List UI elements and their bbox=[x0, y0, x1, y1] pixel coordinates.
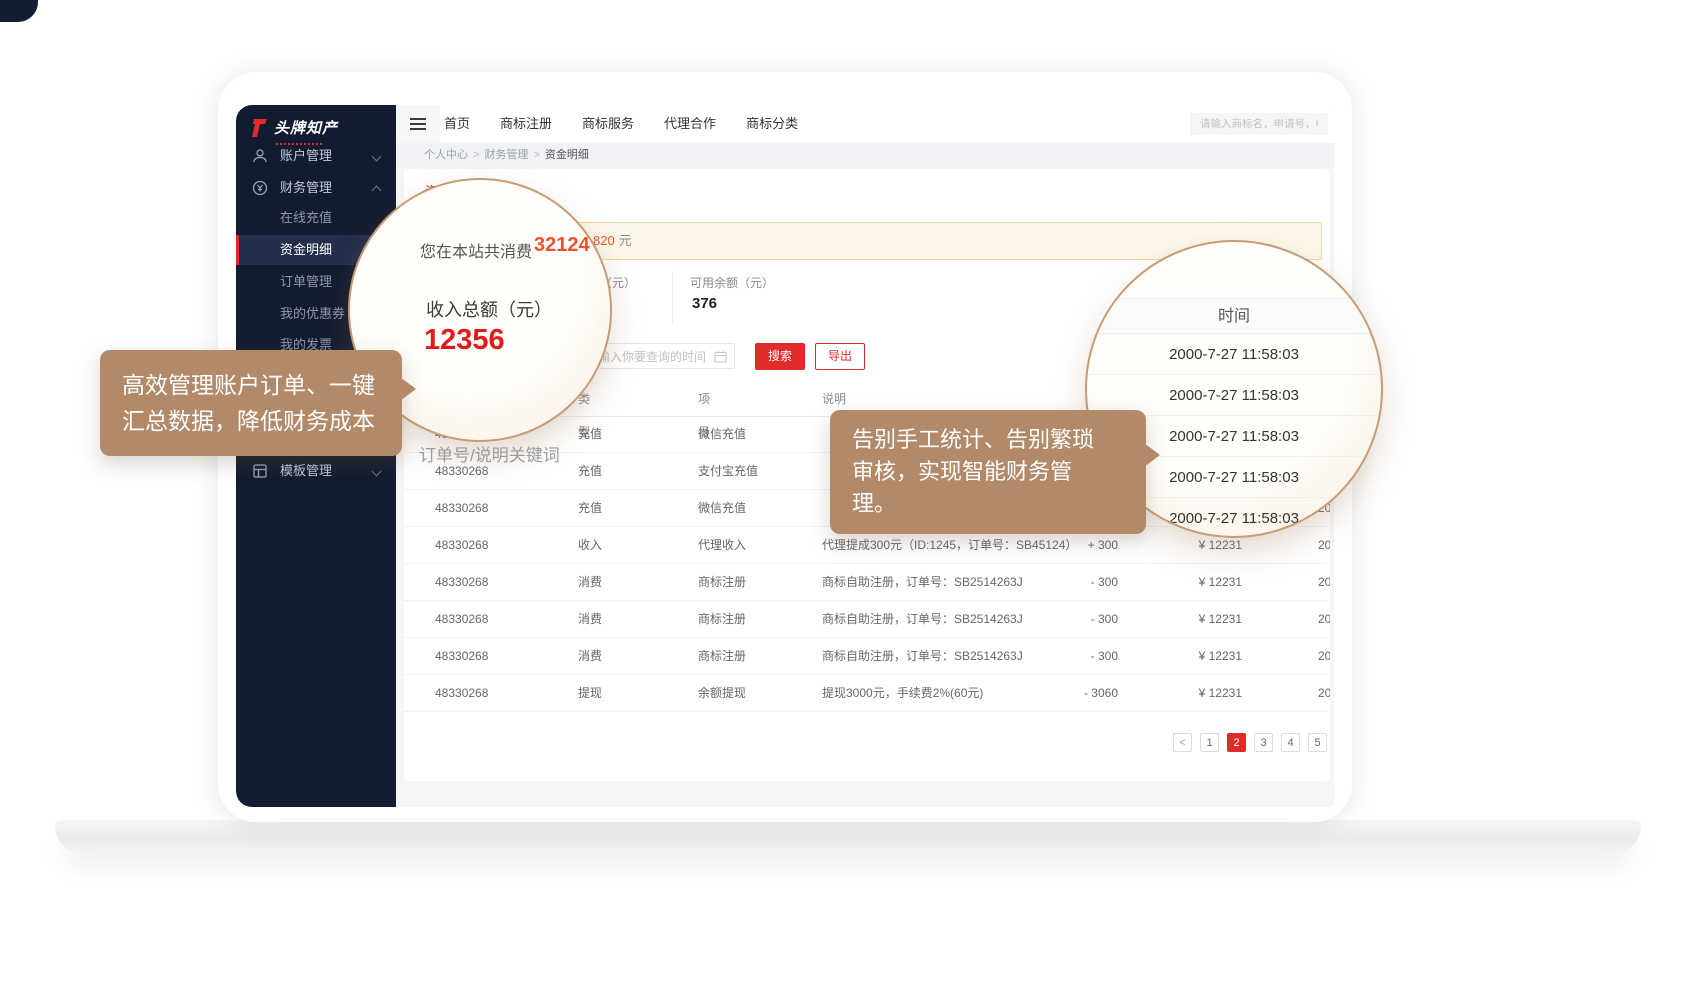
template-icon bbox=[252, 463, 268, 479]
laptop-base bbox=[55, 820, 1641, 854]
pagination-page-4[interactable]: 4 bbox=[1281, 733, 1300, 752]
magnified-order-column-header: 订单号/说明关键词 bbox=[419, 441, 560, 466]
breadcrumb-section[interactable]: 财务管理 bbox=[484, 149, 528, 161]
sidebar: 头牌知产 账户管理 财务管理 在线充值 资金明细 bbox=[236, 105, 396, 807]
available-balance-label: 可用余额（元） bbox=[690, 274, 774, 291]
pagination-page-2-active[interactable]: 2 bbox=[1227, 733, 1246, 752]
top-nav-links: 首页 商标注册 商标服务 代理合作 商标分类 bbox=[444, 105, 798, 143]
magnified-time-cell: 2000-7-27 11:58:03 bbox=[1087, 334, 1381, 375]
sidebar-item-template[interactable]: 模板管理 bbox=[236, 458, 396, 484]
sidebar-item-account[interactable]: 账户管理 bbox=[236, 143, 396, 169]
magnified-income-value: 12356 bbox=[424, 324, 505, 357]
pagination-page-3[interactable]: 3 bbox=[1254, 733, 1273, 752]
hamburger-menu-icon[interactable] bbox=[396, 105, 440, 143]
trademark-search-input[interactable] bbox=[1190, 113, 1328, 135]
top-navbar: 首页 商标注册 商标服务 代理合作 商标分类 bbox=[396, 105, 1334, 144]
magnified-notice-amount: 32124 bbox=[534, 234, 590, 257]
table-row: 48330268 消费 商标注册 商标自助注册，订单号：SB2514263J -… bbox=[404, 638, 1330, 675]
search-button[interactable]: 搜索 bbox=[755, 343, 805, 370]
chevron-down-icon bbox=[372, 467, 382, 477]
nav-trademark-class[interactable]: 商标分类 bbox=[746, 105, 798, 143]
chevron-up-icon bbox=[372, 186, 382, 196]
brand-logo-icon bbox=[250, 118, 268, 138]
logo[interactable]: 头牌知产 bbox=[250, 117, 338, 138]
breadcrumb-current: 资金明细 bbox=[545, 149, 589, 161]
nav-agent-coop[interactable]: 代理合作 bbox=[664, 105, 716, 143]
pagination: < 1 2 3 4 5 bbox=[1173, 733, 1327, 752]
table-row: 48330268 消费 商标注册 商标自助注册，订单号：SB2514263J -… bbox=[404, 564, 1330, 601]
pagination-page-5[interactable]: 5 bbox=[1308, 733, 1327, 752]
pagination-prev-button[interactable]: < bbox=[1173, 733, 1192, 752]
user-icon bbox=[252, 148, 268, 164]
nav-trademark-register[interactable]: 商标注册 bbox=[500, 105, 552, 143]
brand-name: 头牌知产 bbox=[274, 117, 338, 138]
calendar-icon[interactable] bbox=[714, 350, 727, 363]
stat-divider bbox=[672, 271, 673, 323]
table-row: 48330268 提现 余额提现 提现3000元，手续费2%(60元) - 30… bbox=[404, 675, 1330, 712]
sidebar-item-online-recharge[interactable]: 在线充值 bbox=[236, 205, 396, 231]
finance-icon bbox=[252, 180, 268, 196]
callout-left: 高效管理账户订单、一键 汇总数据，降低财务成本 bbox=[100, 350, 402, 456]
available-balance-value: 376 bbox=[692, 295, 717, 312]
nav-home[interactable]: 首页 bbox=[444, 105, 470, 143]
table-row: 48330268 消费 商标注册 商标自助注册，订单号：SB2514263J -… bbox=[404, 601, 1330, 638]
pagination-page-1[interactable]: 1 bbox=[1200, 733, 1219, 752]
breadcrumb: 个人中心>财务管理>资金明细 bbox=[396, 143, 1334, 168]
nav-trademark-service[interactable]: 商标服务 bbox=[582, 105, 634, 143]
export-button[interactable]: 导出 bbox=[815, 343, 865, 370]
sidebar-item-finance[interactable]: 财务管理 bbox=[236, 175, 396, 201]
corner-artifact bbox=[0, 0, 38, 22]
magnified-notice-prefix: 您在本站共消费 bbox=[420, 238, 532, 262]
callout-right: 告别手工统计、告别繁琐 审核，实现智能财务管 理。 bbox=[830, 410, 1146, 534]
magnified-time-header: 时间 bbox=[1087, 298, 1381, 334]
col-project-header[interactable]: 项目 bbox=[698, 383, 709, 416]
breadcrumb-home[interactable]: 个人中心 bbox=[424, 149, 468, 161]
magnified-income-label: 收入总额（元） bbox=[426, 296, 552, 322]
stage: 头牌知产 账户管理 财务管理 在线充值 资金明细 bbox=[0, 0, 1696, 1002]
chevron-down-icon bbox=[372, 152, 382, 162]
